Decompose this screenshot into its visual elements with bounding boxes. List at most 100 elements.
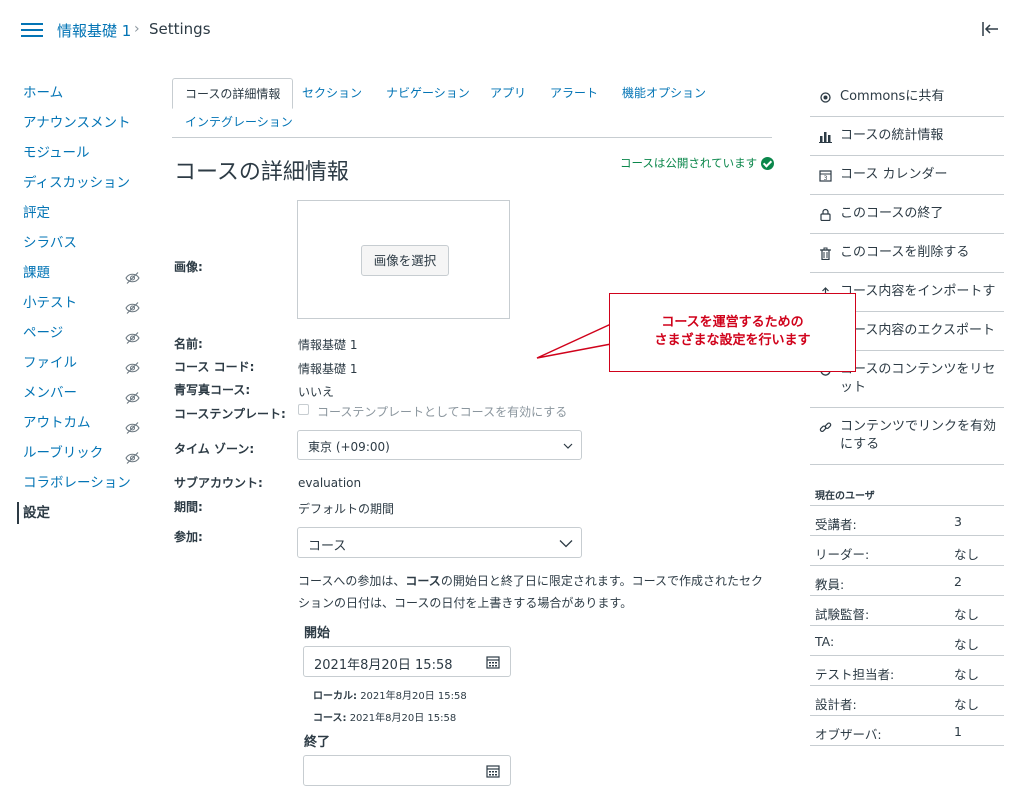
end-date-input[interactable]	[303, 755, 511, 786]
participation-select[interactable]: コース	[297, 527, 582, 558]
course-action-item[interactable]: コースの統計情報	[810, 117, 1004, 156]
trash-icon	[820, 247, 831, 260]
course-action-item[interactable]: コンテンツでリンクを有効にする	[810, 408, 1004, 465]
user-count-row: 受講者: 3	[810, 506, 1004, 536]
user-count-row: 設計者: なし	[810, 686, 1004, 716]
tab-apps[interactable]: アプリ	[490, 78, 526, 108]
course-action-label: コンテンツでリンクを有効にする	[840, 419, 997, 452]
callout-line-1: コースを運営するための	[661, 315, 804, 330]
user-count-row: テスト担当者: なし	[810, 656, 1004, 686]
nav-item[interactable]: ファイル	[0, 348, 150, 378]
course-action-label: Commonsに共有	[840, 89, 945, 104]
participation-label: 参加:	[174, 530, 203, 544]
page-title: コースの詳細情報	[174, 160, 349, 185]
published-text: コースは公開されています	[620, 156, 758, 170]
choose-image-button[interactable]: 画像を選択	[361, 245, 449, 276]
course-time-line: コース: 2021年8月20日 15:58	[313, 713, 457, 724]
term-value: デフォルトの期間	[298, 502, 395, 516]
course-action-label: コースの統計情報	[840, 128, 944, 143]
svg-text:3: 3	[824, 175, 828, 182]
course-action-label: このコースの終了	[840, 206, 944, 221]
nav-item-label: コラボレーション	[23, 475, 131, 491]
timezone-value: 東京 (+09:00)	[308, 440, 390, 454]
user-role: 設計者:	[815, 697, 857, 712]
breadcrumb-course[interactable]: 情報基礎 1	[57, 20, 131, 41]
collapse-sidebar-icon[interactable]	[980, 19, 1000, 39]
nav-item[interactable]: 評定	[0, 198, 150, 228]
course-code-value[interactable]: 情報基礎 1	[298, 360, 357, 377]
local-time-line: ローカル: 2021年8月20日 15:58	[313, 691, 467, 702]
eye-hidden-icon	[125, 296, 140, 314]
nav-item[interactable]: アウトカム	[0, 408, 150, 438]
user-role: 受講者:	[815, 517, 857, 532]
user-count: なし	[954, 607, 980, 622]
subaccount-link[interactable]: evaluation	[298, 476, 361, 490]
nav-item-label: ファイル	[23, 355, 77, 371]
user-role: 教員:	[815, 577, 845, 592]
nav-item[interactable]: 設定	[0, 498, 150, 528]
subaccount-label: サブアカウント:	[174, 476, 263, 490]
nav-item[interactable]: ルーブリック	[0, 438, 150, 468]
current-users-table: 受講者: 3 リーダー: なし 教員: 2 試験監督: なし TA: なし テスト担当者: なし 設計者…	[810, 505, 1004, 746]
nav-item[interactable]: 課題	[0, 258, 150, 288]
nav-item-label: 小テスト	[23, 295, 77, 311]
nav-item[interactable]: ホーム	[0, 78, 150, 108]
term-label: 期間:	[174, 500, 203, 514]
breadcrumb-current: Settings	[149, 20, 211, 38]
tab-sections[interactable]: セクション	[302, 78, 362, 108]
timezone-label: タイム ゾーン:	[174, 442, 255, 456]
start-date-value: 2021年8月20日 15:58	[314, 658, 453, 673]
nav-item-label: アナウンスメント	[23, 115, 131, 131]
nav-item-label: ページ	[23, 325, 64, 341]
start-date-input[interactable]: 2021年8月20日 15:58	[303, 646, 511, 677]
tab-integrations[interactable]: インテグレーション	[185, 107, 293, 137]
course-action-item[interactable]: 3 コース カレンダー	[810, 156, 1004, 195]
name-value[interactable]: 情報基礎 1	[298, 336, 357, 353]
nav-item[interactable]: 小テスト	[0, 288, 150, 318]
nav-item[interactable]: ページ	[0, 318, 150, 348]
end-label: 終了	[304, 735, 331, 750]
calendar-icon[interactable]	[486, 655, 500, 669]
current-users-title: 現在のユーザ	[815, 491, 875, 502]
user-count-row: TA: なし	[810, 626, 1004, 656]
user-count: なし	[954, 547, 980, 562]
course-action-item[interactable]: Commonsに共有	[810, 78, 1004, 117]
timezone-select[interactable]: 東京 (+09:00)	[297, 430, 582, 460]
nav-item-label: 課題	[23, 265, 50, 281]
name-label: 名前:	[174, 337, 203, 351]
user-count-row: リーダー: なし	[810, 536, 1004, 566]
user-role: テスト担当者:	[815, 667, 895, 682]
calendar-icon[interactable]	[486, 764, 500, 778]
callout-line-2: さまざまな設定を行います	[654, 333, 811, 348]
nav-item-label: メンバー	[23, 385, 77, 401]
tab-feature-options[interactable]: 機能オプション	[622, 78, 706, 108]
course-action-item[interactable]: このコースを削除する	[810, 234, 1004, 273]
nav-item[interactable]: モジュール	[0, 138, 150, 168]
user-count: 2	[954, 574, 962, 589]
callout-pointer	[536, 322, 612, 359]
nav-item[interactable]: シラバス	[0, 228, 150, 258]
nav-item-label: モジュール	[23, 145, 90, 161]
tab-alerts[interactable]: アラート	[550, 78, 598, 108]
user-role: 試験監督:	[815, 607, 870, 622]
nav-item-label: ディスカッション	[23, 175, 131, 191]
chevron-down-icon	[563, 443, 573, 449]
nav-item[interactable]: ディスカッション	[0, 168, 150, 198]
chevron-down-icon	[559, 540, 573, 548]
lock-icon	[820, 208, 831, 221]
eye-hidden-icon	[125, 416, 140, 434]
course-action-item[interactable]: このコースの終了	[810, 195, 1004, 234]
nav-item-label: 設定	[23, 505, 50, 521]
tab-navigation[interactable]: ナビゲーション	[386, 78, 470, 108]
user-count: なし	[954, 667, 980, 682]
hamburger-menu-icon[interactable]	[21, 22, 43, 38]
tab-course-details[interactable]: コースの詳細情報	[172, 78, 294, 109]
nav-item[interactable]: メンバー	[0, 378, 150, 408]
nav-item-label: ルーブリック	[23, 445, 104, 461]
nav-item[interactable]: コラボレーション	[0, 468, 150, 498]
user-count: なし	[954, 637, 980, 652]
template-checkbox[interactable]	[298, 404, 309, 415]
user-count: 1	[954, 724, 962, 739]
course-navigation: ホームアナウンスメント モジュールディスカッション評定 シラバス課題小テストページフ…	[0, 78, 150, 528]
nav-item[interactable]: アナウンスメント	[0, 108, 150, 138]
